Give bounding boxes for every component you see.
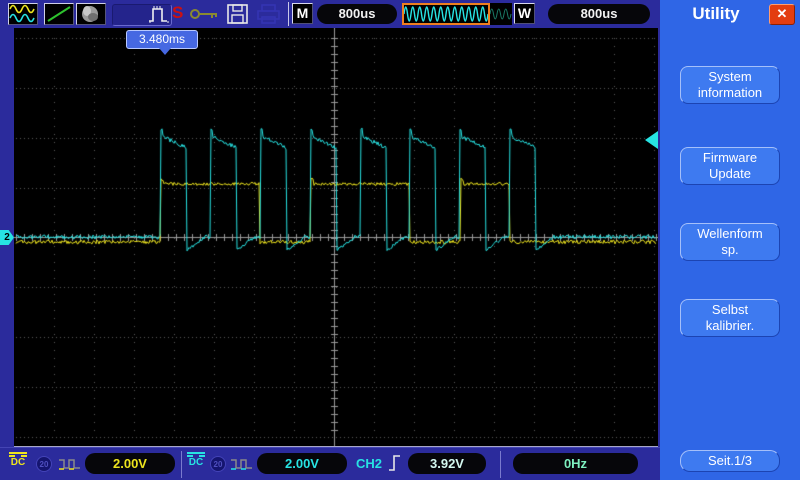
- save-icon: [226, 3, 250, 25]
- ch2-bandwidth-icon: 20: [210, 456, 226, 472]
- rising-edge-icon: [388, 453, 402, 478]
- ch2-volts-div-readout: 2.00V: [257, 453, 347, 474]
- window-timebase-readout: 800us: [548, 4, 650, 24]
- trigger-frequency-readout: 0Hz: [513, 453, 638, 474]
- channel-waveforms-icon: [9, 4, 37, 24]
- status-separator: [500, 451, 501, 478]
- menu-title: Utility: [660, 4, 772, 24]
- oscilloscope-screen: S M 800us: [0, 0, 800, 480]
- ch2-ground-marker[interactable]: 2: [0, 230, 14, 245]
- ch2-coupling-icon: DC: [186, 452, 206, 469]
- button-label-line: System: [681, 69, 779, 85]
- ch1-coupling-icon: DC: [8, 452, 28, 469]
- pulse-button[interactable]: [148, 4, 170, 29]
- key-icon: [190, 7, 220, 21]
- measure-line-button[interactable]: [44, 3, 74, 25]
- ref-blob-icon: [77, 4, 105, 24]
- close-button[interactable]: ✕: [769, 4, 795, 25]
- main-timebase-box[interactable]: M: [292, 3, 313, 24]
- button-label-line: Firmware: [681, 150, 779, 166]
- ch1-probe-icon: [58, 456, 82, 477]
- waveform-canvas: [14, 28, 658, 447]
- channel-waveforms-button[interactable]: [8, 3, 38, 25]
- utility-menu: Utility ✕ System information Firmware Up…: [660, 0, 800, 480]
- button-label-line: Wellenform: [681, 226, 779, 242]
- ch2-coupling-label: DC: [186, 457, 206, 469]
- ch1-coupling-label: DC: [8, 457, 28, 469]
- ref-blob-button[interactable]: [76, 3, 106, 25]
- print-button[interactable]: [256, 3, 282, 30]
- top-toolbar: S M 800us: [0, 0, 660, 28]
- trigger-level-marker[interactable]: [645, 131, 658, 149]
- firmware-update-button[interactable]: Firmware Update: [680, 147, 780, 185]
- trigger-source-label: CH2: [356, 456, 382, 471]
- ch1-bandwidth-icon: 20: [36, 456, 52, 472]
- ch1-volts-div-readout: 2.00V: [85, 453, 175, 474]
- button-label-line: information: [681, 85, 779, 101]
- key-button[interactable]: [190, 7, 220, 26]
- page-button[interactable]: Seit.1/3: [680, 450, 780, 472]
- waveform-save-button[interactable]: Wellenform sp.: [680, 223, 780, 261]
- status-bar: DC 20 2.00V DC 20 2.00V CH2: [0, 447, 660, 480]
- self-calibration-button[interactable]: Selbst kalibrier.: [680, 299, 780, 337]
- window-timebase-box[interactable]: W: [514, 3, 535, 24]
- button-label-line: sp.: [681, 242, 779, 258]
- trigger-delay-tooltip: 3.480ms: [126, 30, 198, 49]
- button-label-line: Selbst: [681, 302, 779, 318]
- status-separator: [181, 451, 182, 478]
- system-information-button[interactable]: System information: [680, 66, 780, 104]
- measure-line-icon: [45, 4, 73, 24]
- preview-wave-dim: [490, 9, 511, 19]
- main-timebase-readout: 800us: [317, 4, 397, 24]
- button-label-line: Update: [681, 166, 779, 182]
- button-label-line: kalibrier.: [681, 318, 779, 334]
- ch2-probe-icon: [230, 456, 254, 477]
- trigger-level-readout: 3.92V: [408, 453, 486, 474]
- s-indicator: S: [172, 3, 183, 23]
- pulse-icon: [148, 4, 170, 24]
- zoom-window-preview[interactable]: [402, 3, 512, 25]
- toolbar-separator: [288, 2, 289, 26]
- preview-wave-bright: [404, 7, 488, 21]
- save-button[interactable]: [226, 3, 250, 30]
- print-icon: [256, 3, 282, 25]
